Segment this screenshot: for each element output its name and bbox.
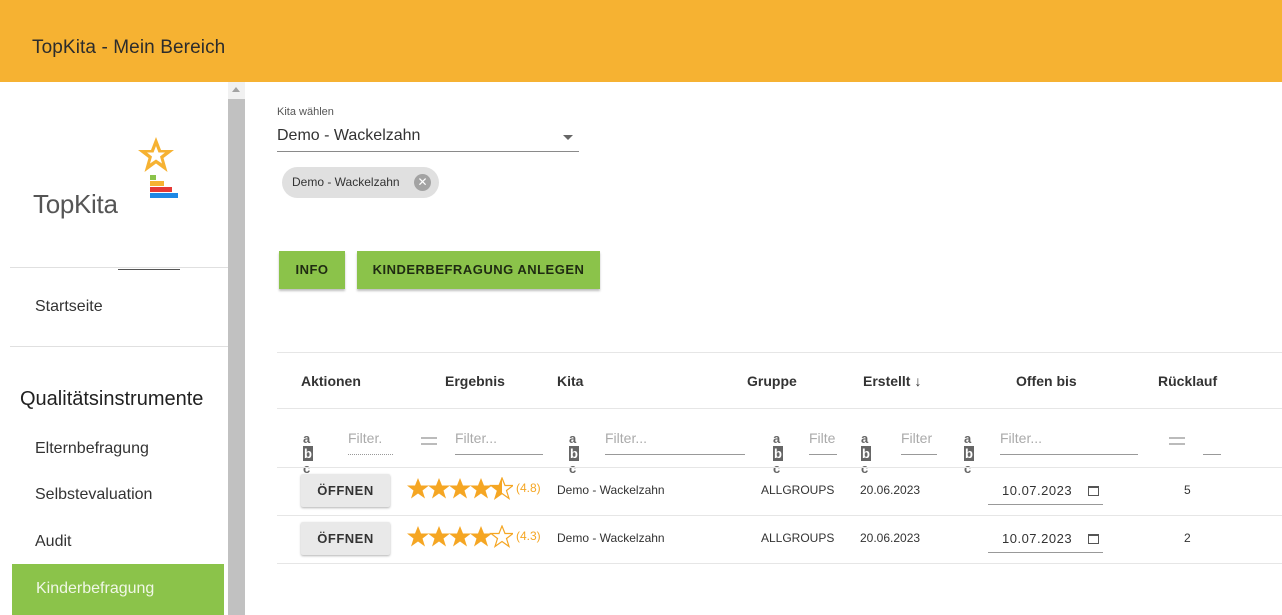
nav-startseite[interactable]: Startseite <box>35 298 103 316</box>
star-icon <box>138 137 174 172</box>
app-header: TopKita - Mein Bereich <box>0 0 1282 82</box>
cell-kita: Demo - Wackelzahn <box>557 531 665 545</box>
rating-stars <box>407 525 513 549</box>
equals-icon[interactable] <box>421 437 437 445</box>
filter-kita-input[interactable]: Filter... <box>605 428 745 455</box>
scrollbar-thumb[interactable] <box>228 99 245 615</box>
table-row: ÖFFNEN (4.3) Demo - Wackelzahn ALLGROUPS… <box>277 515 1282 562</box>
header-kita[interactable]: Kita <box>557 373 583 389</box>
cell-ruecklauf: 2 <box>1184 531 1191 545</box>
header-erstellt-label: Erstellt <box>863 373 911 389</box>
sort-descending-icon: ↓ <box>914 373 922 389</box>
table-top-border <box>277 352 1282 353</box>
equals-icon[interactable] <box>1169 437 1185 445</box>
filter-gruppe-input[interactable]: Filte <box>809 428 837 455</box>
data-table: Aktionen Ergebnis Kita Gruppe Erstellt ↓ … <box>277 352 1282 564</box>
logo-underline <box>118 269 180 270</box>
cell-erstellt: 20.06.2023 <box>860 483 921 497</box>
table-row: ÖFFNEN (4.8) Demo - Wackelzahn ALLGROUPS… <box>277 467 1282 514</box>
offen-bis-date-input[interactable]: 10.07.2023 <box>988 524 1103 553</box>
rating-stars <box>407 477 513 501</box>
colored-bars-icon <box>150 175 178 198</box>
kita-select-value: Demo - Wackelzahn <box>277 127 421 144</box>
selected-kita-chip: Demo - Wackelzahn ✕ <box>282 167 439 198</box>
logo-text: TopKita <box>33 189 118 219</box>
cell-gruppe: ALLGROUPS <box>761 531 835 545</box>
app-title: TopKita - Mein Bereich <box>32 37 226 58</box>
open-button[interactable]: ÖFFNEN <box>301 474 390 507</box>
nav-selbstevaluation[interactable]: Selbstevaluation <box>35 486 152 504</box>
sidebar: TopKita Startseite Qualitätsinstrumente … <box>0 82 228 615</box>
topkita-logo: TopKita <box>0 135 180 270</box>
chip-label: Demo - Wackelzahn <box>292 175 400 189</box>
header-divider <box>277 408 1282 409</box>
nav-kinderbefragung[interactable]: Kinderbefragung <box>12 564 224 615</box>
sidebar-scrollbar[interactable] <box>228 82 245 615</box>
cell-kita: Demo - Wackelzahn <box>557 483 665 497</box>
row-divider <box>277 563 1282 564</box>
nav-elternbefragung[interactable]: Elternbefragung <box>35 440 149 458</box>
filter-aktionen-input[interactable]: Filter. <box>348 428 393 455</box>
nav-audit[interactable]: Audit <box>35 533 71 551</box>
info-button[interactable]: INFO <box>279 251 345 289</box>
header-erstellt[interactable]: Erstellt ↓ <box>863 373 921 389</box>
header-offen-bis[interactable]: Offen bis <box>1016 373 1077 389</box>
calendar-icon[interactable] <box>1088 486 1099 496</box>
kita-select[interactable]: Demo - Wackelzahn <box>277 126 579 152</box>
filter-ergebnis-input[interactable]: Filter... <box>455 428 543 455</box>
cell-ruecklauf: 5 <box>1184 483 1191 497</box>
cell-gruppe: ALLGROUPS <box>761 483 835 497</box>
divider <box>10 346 228 347</box>
header-aktionen[interactable]: Aktionen <box>301 373 361 389</box>
chevron-down-icon <box>563 135 573 140</box>
filter-erstellt-input[interactable]: Filter <box>901 428 937 455</box>
offen-bis-value: 10.07.2023 <box>1002 531 1073 546</box>
cell-erstellt: 20.06.2023 <box>860 531 921 545</box>
header-ruecklauf[interactable]: Rücklauf <box>1158 373 1217 389</box>
nav-kinderbefragung-label: Kinderbefragung <box>36 580 155 597</box>
create-kinderbefragung-button[interactable]: KINDERBEFRAGUNG ANLEGEN <box>357 251 600 289</box>
header-ergebnis[interactable]: Ergebnis <box>445 373 505 389</box>
filter-ruecklauf-input[interactable] <box>1203 428 1221 455</box>
calendar-icon[interactable] <box>1088 534 1099 544</box>
offen-bis-date-input[interactable]: 10.07.2023 <box>988 476 1103 505</box>
header-gruppe[interactable]: Gruppe <box>747 373 797 389</box>
offen-bis-value: 10.07.2023 <box>1002 483 1073 498</box>
scroll-up-icon[interactable] <box>232 87 240 92</box>
rating-score: (4.8) <box>516 481 541 495</box>
kita-select-label: Kita wählen <box>277 106 334 118</box>
nav-section-title: Qualitätsinstrumente <box>20 388 204 410</box>
close-icon[interactable]: ✕ <box>414 174 431 191</box>
filter-offen-bis-input[interactable]: Filter... <box>1000 428 1138 455</box>
divider <box>10 267 228 268</box>
open-button[interactable]: ÖFFNEN <box>301 522 390 555</box>
rating-score: (4.3) <box>516 529 541 543</box>
